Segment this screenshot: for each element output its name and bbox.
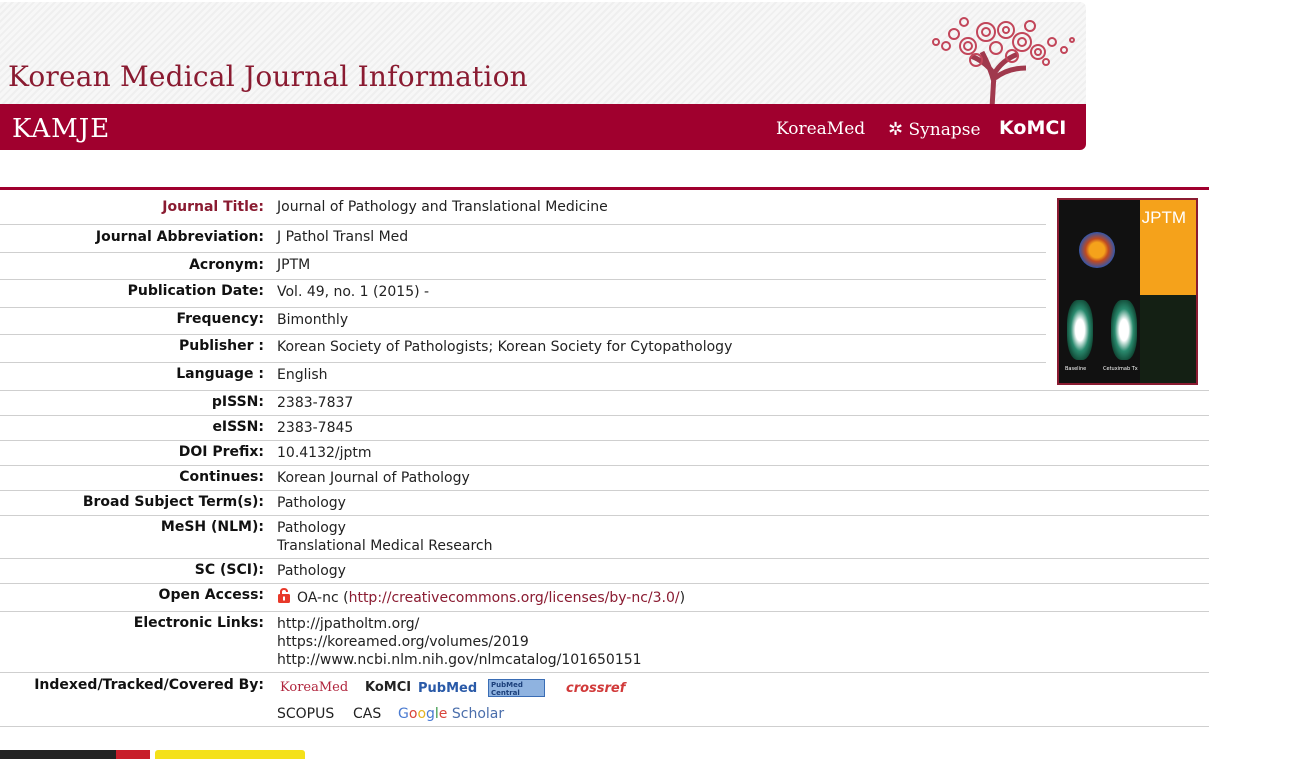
pubmed-index-logo[interactable]: PubMed <box>418 681 477 703</box>
pissn-value: 2383-7837 <box>277 395 354 411</box>
row-eissn: eISSN: 2383-7845 <box>0 416 1209 441</box>
open-access-license-link[interactable]: http://creativecommons.org/licenses/by-n… <box>349 590 680 606</box>
row-open-access: Open Access: OA-nc (http://creativecommo… <box>0 584 1209 612</box>
row-language: Language : English <box>0 363 1209 391</box>
journal-title-label: Journal Title: <box>162 199 264 215</box>
cas-text[interactable]: CAS <box>353 706 381 722</box>
komci-index-logo[interactable]: KoMCI <box>365 680 411 702</box>
gs-letter-3: o <box>417 706 427 722</box>
electronic-link-journal[interactable]: http://jpatholtm.org/ <box>277 615 419 633</box>
publication-date-label: Publication Date: <box>127 283 264 299</box>
synapse-icon: ✲ <box>888 119 904 140</box>
cover-scan-right <box>1111 300 1137 360</box>
cover-figure-circle <box>1079 232 1115 268</box>
mesh-value-1: Pathology <box>277 520 346 536</box>
open-access-value: OA-nc (http://creativecommons.org/licens… <box>277 588 685 607</box>
acronym-value: JPTM <box>277 257 311 273</box>
cover-caption-right: Cetuximab Tx <box>1103 366 1138 372</box>
site-title: Korean Medical Journal Information <box>8 60 528 93</box>
pmc-index-logo[interactable]: PubMed Central <box>488 679 545 697</box>
row-continues: Continues: Korean Journal of Pathology <box>0 466 1209 491</box>
mesh-value-2: Translational Medical Research <box>277 538 493 554</box>
open-access-suffix: ) <box>679 590 686 606</box>
impact-factor-badge[interactable] <box>155 750 305 759</box>
row-publisher: Publisher : Korean Society of Pathologis… <box>0 335 1046 363</box>
gs-letter-4: g <box>426 706 435 722</box>
journal-cover-image: JPTM Baseline Cetuximab Tx <box>1057 198 1198 385</box>
eissn-label: eISSN: <box>212 419 264 435</box>
publisher-value: Korean Society of Pathologists; Korean S… <box>277 339 733 355</box>
electronic-links-label: Electronic Links: <box>133 615 264 631</box>
row-pissn: pISSN: 2383-7837 <box>0 391 1209 416</box>
indexed-label: Indexed/Tracked/Covered By: <box>34 677 264 693</box>
language-label: Language : <box>176 366 264 382</box>
scopus-text[interactable]: SCOPUS <box>277 706 334 722</box>
row-abbreviation: Journal Abbreviation: J Pathol Transl Me… <box>0 225 1046 253</box>
row-broad-subject: Broad Subject Term(s): Pathology <box>0 491 1209 516</box>
synapse-link[interactable]: ✲ Synapse <box>888 119 981 140</box>
pissn-label: pISSN: <box>211 394 264 410</box>
row-acronym: Acronym: JPTM <box>0 253 1046 280</box>
row-publication-date: Publication Date: Vol. 49, no. 1 (2015) … <box>0 280 1046 308</box>
electronic-link-koreamed[interactable]: https://koreamed.org/volumes/2019 <box>277 633 529 651</box>
koreamed-link[interactable]: KoreaMed <box>776 119 865 139</box>
cover-dark-bottom <box>1140 295 1196 383</box>
frequency-value: Bimonthly <box>277 312 349 328</box>
cover-caption-left: Baseline <box>1065 366 1087 372</box>
row-sc: SC (SCI): Pathology <box>0 559 1209 584</box>
tree-logo-icon <box>932 17 1075 108</box>
row-mesh: MeSH (NLM): Pathology Translational Medi… <box>0 516 1209 559</box>
doi-prefix-value: 10.4132/jptm <box>277 445 372 461</box>
row-electronic-links: Electronic Links: http://jpatholtm.org/ … <box>0 612 1209 673</box>
eissn-value: 2383-7845 <box>277 420 354 436</box>
kamje-logo[interactable]: KAMJE <box>12 114 110 144</box>
publisher-label: Publisher : <box>178 338 264 354</box>
continues-label: Continues: <box>179 469 264 485</box>
mesh-label: MeSH (NLM): <box>160 519 264 535</box>
sc-value: Pathology <box>277 563 346 579</box>
row-frequency: Frequency: Bimonthly <box>0 308 1046 335</box>
crossref-index-logo[interactable]: crossref <box>566 681 625 703</box>
abbreviation-label: Journal Abbreviation: <box>95 229 264 245</box>
continues-link[interactable]: Korean Journal of Pathology <box>277 469 470 487</box>
cover-acronym: JPTM <box>1141 208 1186 227</box>
abbreviation-value: J Pathol Transl Med <box>277 229 409 245</box>
journal-badge-red <box>116 750 150 759</box>
journal-badge[interactable] <box>0 750 150 759</box>
sc-label: SC (SCI): <box>194 562 264 578</box>
gs-scholar-word: Scholar <box>447 706 505 722</box>
open-lock-icon <box>278 588 290 603</box>
publication-date-value: Vol. 49, no. 1 (2015) - <box>277 284 430 300</box>
row-journal-title: Journal Title: Journal of Pathology and … <box>0 190 1046 225</box>
cover-scan-left <box>1067 300 1093 360</box>
komci-link[interactable]: KoMCI <box>999 117 1066 139</box>
acronym-label: Acronym: <box>189 257 264 273</box>
synapse-label: Synapse <box>908 120 981 140</box>
journal-title-value: Journal of Pathology and Translational M… <box>277 199 608 215</box>
row-doi-prefix: DOI Prefix: 10.4132/jptm <box>0 441 1209 466</box>
broad-subject-value: Pathology <box>277 495 346 511</box>
doi-prefix-label: DOI Prefix: <box>178 444 264 460</box>
open-access-label: Open Access: <box>158 587 264 603</box>
header-banner: Korean Medical Journal Information KAMJE… <box>0 2 1086 150</box>
broad-subject-label: Broad Subject Term(s): <box>82 494 264 510</box>
open-access-prefix: OA-nc ( <box>297 590 349 606</box>
language-value: English <box>277 367 328 383</box>
electronic-link-nlm[interactable]: http://www.ncbi.nlm.nih.gov/nlmcatalog/1… <box>277 651 642 669</box>
gs-letter-1: G <box>398 706 409 722</box>
koreamed-index-logo[interactable]: KoreaMed <box>280 680 348 702</box>
frequency-label: Frequency: <box>176 311 264 327</box>
google-scholar-link[interactable]: Google Scholar <box>398 706 504 722</box>
